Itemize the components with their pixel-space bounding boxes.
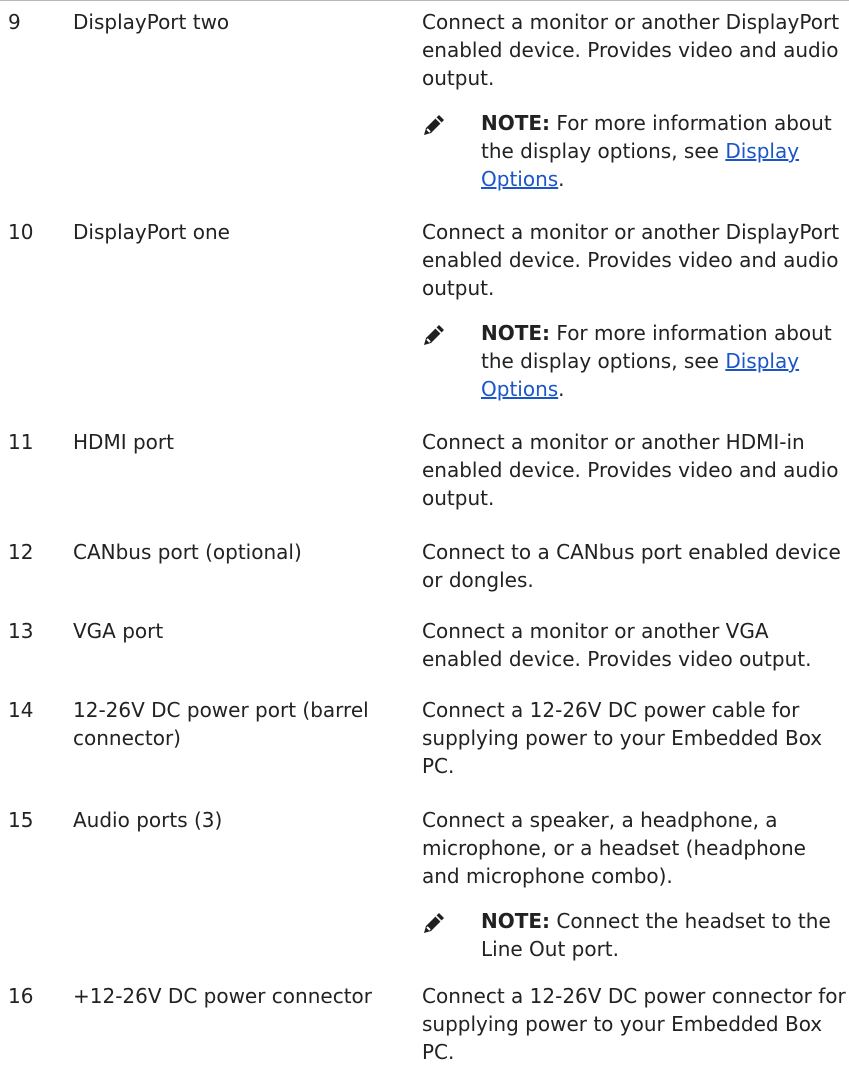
item-number: 16 <box>8 984 34 1008</box>
description-text: Connect a 12-26V DC power cable for supp… <box>422 698 823 778</box>
item-name: DisplayPort two <box>73 10 230 34</box>
description-text: Connect to a CANbus port enabled device … <box>422 540 841 592</box>
item-name: CANbus port (optional) <box>73 540 302 564</box>
note-label: NOTE: <box>481 321 551 345</box>
item-number: 14 <box>8 698 34 722</box>
item-description: Connect a monitor or another VGA enabled… <box>422 617 849 673</box>
item-number: 12 <box>8 540 34 564</box>
item-number: 9 <box>8 10 21 34</box>
item-number: 15 <box>8 808 34 832</box>
item-description: Connect a monitor or another HDMI-in ena… <box>422 428 849 512</box>
item-name: Audio ports (3) <box>73 808 223 832</box>
item-number: 10 <box>8 220 34 244</box>
pencil-note-icon <box>424 115 444 135</box>
description-text: Connect a monitor or another DisplayPort… <box>422 220 840 300</box>
item-description: Connect a monitor or another DisplayPort… <box>422 218 849 403</box>
item-name: 12-26V DC power port (barrel connector) <box>73 698 369 750</box>
description-text: Connect a monitor or another HDMI-in ena… <box>422 430 839 510</box>
item-name: DisplayPort one <box>73 220 230 244</box>
item-description: Connect a monitor or another DisplayPort… <box>422 8 849 193</box>
item-description: Connect a speaker, a headphone, a microp… <box>422 806 849 963</box>
item-name: VGA port <box>73 619 164 643</box>
item-description: Connect a 12-26V DC power cable for supp… <box>422 696 849 780</box>
note-period: . <box>558 167 565 191</box>
description-text: Connect a 12-26V DC power connector for … <box>422 984 846 1064</box>
item-description: Connect a 12-26V DC power connector for … <box>422 982 849 1066</box>
note-label: NOTE: <box>481 909 551 933</box>
top-rule <box>0 0 849 1</box>
note-period: . <box>558 377 565 401</box>
note-block: NOTE: For more information about the dis… <box>422 109 849 193</box>
description-text: Connect a monitor or another DisplayPort… <box>422 10 840 90</box>
item-name: HDMI port <box>73 430 174 454</box>
item-number: 13 <box>8 619 34 643</box>
item-number: 11 <box>8 430 34 454</box>
note-block: NOTE: Connect the headset to the Line Ou… <box>422 907 849 963</box>
description-text: Connect a monitor or another VGA enabled… <box>422 619 812 671</box>
note-label: NOTE: <box>481 111 551 135</box>
item-description: Connect to a CANbus port enabled device … <box>422 538 849 594</box>
pencil-note-icon <box>424 325 444 345</box>
note-block: NOTE: For more information about the dis… <box>422 319 849 403</box>
item-name: +12-26V DC power connector <box>73 984 372 1008</box>
pencil-note-icon <box>424 913 444 933</box>
description-text: Connect a speaker, a headphone, a microp… <box>422 808 806 888</box>
